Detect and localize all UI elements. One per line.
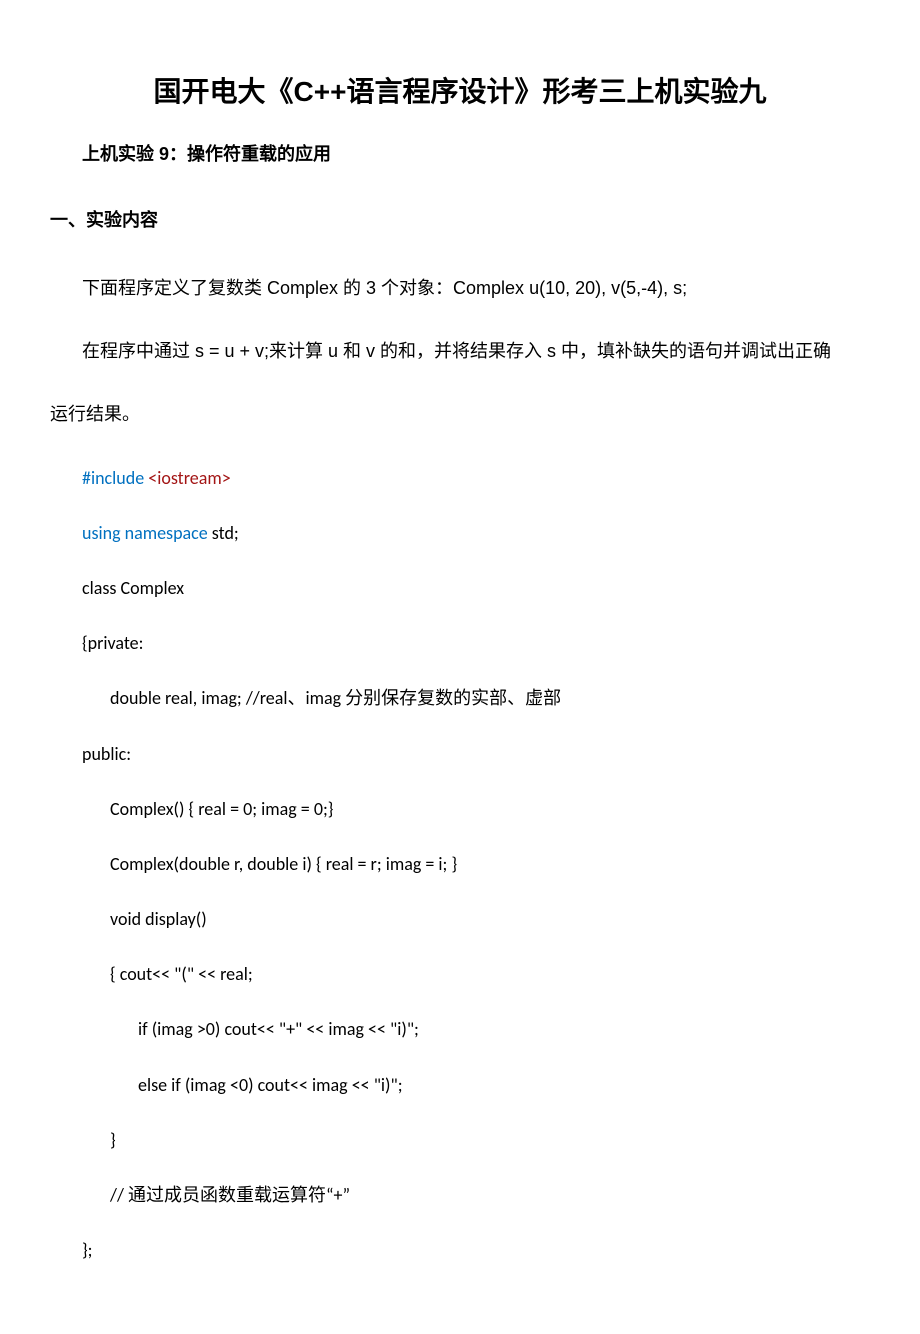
code-line-12: else if (imag <0) cout<< imag << "i)"; xyxy=(138,1064,870,1107)
code-line-11: if (imag >0) cout<< "+" << imag << "i)"; xyxy=(138,1008,870,1051)
code-line-3: class Complex xyxy=(82,567,870,610)
code-line-9: void display() xyxy=(110,898,870,941)
keyword-include: #include xyxy=(82,467,144,489)
experiment-subtitle: 上机实验 9：操作符重载的应用 xyxy=(82,140,870,166)
code-line-13: } xyxy=(110,1119,870,1162)
code-line-1: #include <iostream> xyxy=(82,457,870,500)
paragraph-1: 下面程序定义了复数类 Complex 的 3 个对象：Complex u(10,… xyxy=(82,267,870,310)
keyword-using-namespace: using namespace xyxy=(82,522,208,544)
code-line-7: Complex() { real = 0; imag = 0;} xyxy=(110,788,870,831)
document-title: 国开电大《C++语言程序设计》形考三上机实验九 xyxy=(50,70,870,110)
code-line-4: {private: xyxy=(82,622,870,665)
document-page: 国开电大《C++语言程序设计》形考三上机实验九 上机实验 9：操作符重载的应用 … xyxy=(0,0,920,1334)
code-line-8: Complex(double r, double i) { real = r; … xyxy=(110,843,870,886)
code-text: std; xyxy=(208,522,239,544)
code-line-15: }; xyxy=(82,1229,870,1272)
code-line-14: // 通过成员函数重载运算符“+” xyxy=(110,1174,870,1217)
paragraph-2b: 运行结果。 xyxy=(50,393,870,436)
header-iostream: <iostream> xyxy=(148,467,230,489)
paragraph-2a: 在程序中通过 s = u + v;来计算 u 和 v 的和，并将结果存入 s 中… xyxy=(82,330,870,373)
code-line-2: using namespace std; xyxy=(82,512,870,555)
code-line-10: { cout<< "(" << real; xyxy=(110,953,870,996)
code-line-6: public: xyxy=(82,733,870,776)
section-heading-1: 一、实验内容 xyxy=(50,206,870,232)
code-line-5: double real, imag; //real、imag 分别保存复数的实部… xyxy=(110,677,870,720)
